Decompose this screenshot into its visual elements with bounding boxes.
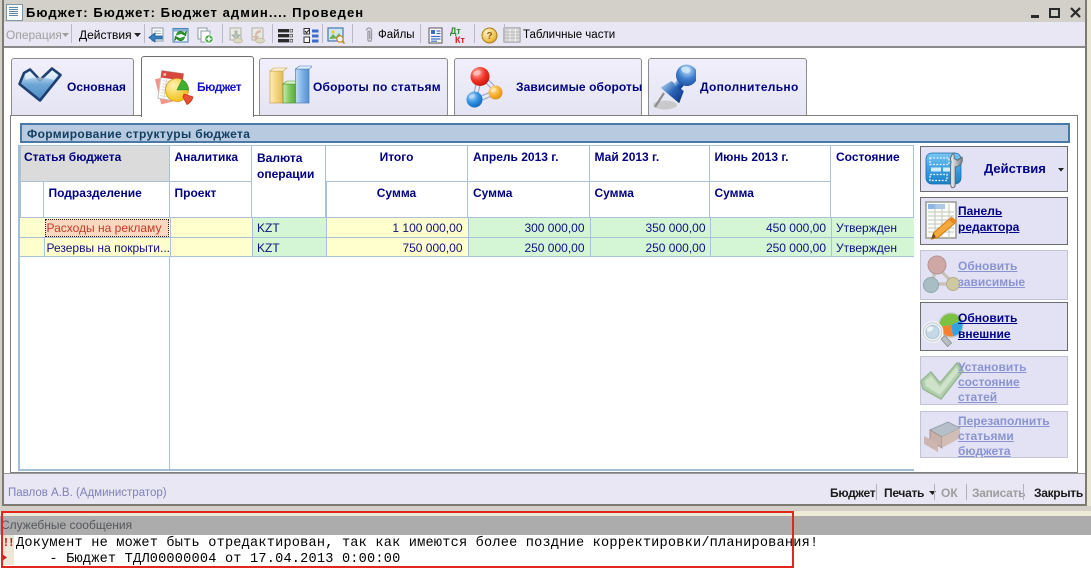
svg-text:?: ? <box>486 31 492 42</box>
